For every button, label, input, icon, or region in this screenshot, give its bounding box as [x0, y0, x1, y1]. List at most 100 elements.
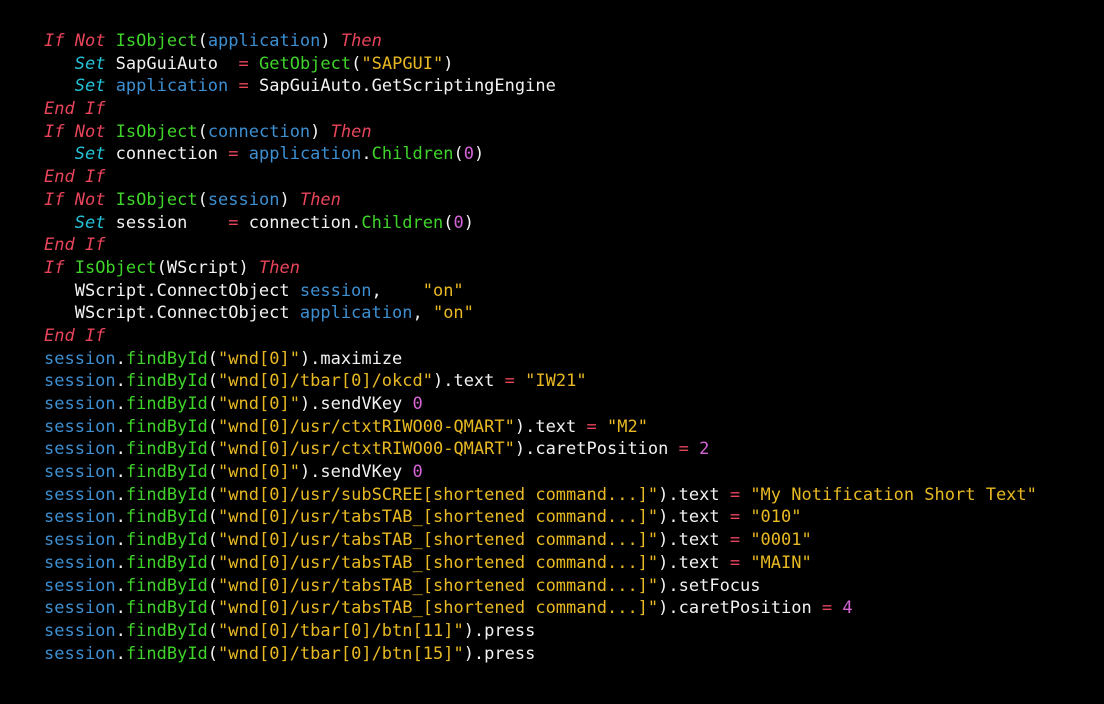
code-token-str: "M2"	[607, 417, 648, 437]
code-token-var: session	[44, 553, 116, 573]
code-token-plain: .	[116, 349, 126, 369]
code-token-var: session	[44, 576, 116, 596]
code-line[interactable]: End If	[44, 325, 1104, 348]
code-token-plain: (	[208, 553, 218, 573]
code-token-kw: If	[44, 258, 75, 278]
code-line[interactable]: WScript.ConnectObject application, "on"	[44, 302, 1104, 325]
code-line[interactable]: If Not IsObject(connection) Then	[44, 121, 1104, 144]
code-line[interactable]: End If	[44, 98, 1104, 121]
code-token-str: "wnd[0]/tbar[0]/okcd"	[218, 371, 433, 391]
code-token-plain: .	[116, 530, 126, 550]
code-line[interactable]: If Not IsObject(application) Then	[44, 30, 1104, 53]
code-line[interactable]: Set SapGuiAuto = GetObject("SAPGUI")	[44, 53, 1104, 76]
code-token-str: "wnd[0]/usr/ctxtRIWO00-QMART"	[218, 439, 515, 459]
code-token-str: "wnd[0]/usr/tabsTAB_[shortened command..…	[218, 576, 658, 596]
code-line[interactable]: session.findById("wnd[0]/tbar[0]/btn[15]…	[44, 643, 1104, 666]
code-token-plain	[239, 144, 249, 164]
code-token-fn: IsObject	[116, 190, 198, 210]
code-token-plain: (	[198, 31, 208, 51]
code-line[interactable]: If Not IsObject(session) Then	[44, 189, 1104, 212]
code-token-str: "wnd[0]/usr/tabsTAB_[shortened command..…	[218, 507, 658, 527]
code-line[interactable]: session.findById("wnd[0]/usr/tabsTAB_[sh…	[44, 552, 1104, 575]
code-line[interactable]: session.findById("wnd[0]").sendVKey 0	[44, 461, 1104, 484]
code-line[interactable]: session.findById("wnd[0]/usr/ctxtRIWO00-…	[44, 416, 1104, 439]
code-line[interactable]: session.findById("wnd[0]/usr/tabsTAB_[sh…	[44, 597, 1104, 620]
code-line[interactable]: session.findById("wnd[0]/usr/tabsTAB_[sh…	[44, 575, 1104, 598]
code-token-plain: ).caretPosition	[658, 598, 822, 618]
code-token-plain: ,	[372, 281, 423, 301]
code-token-var: application	[249, 144, 362, 164]
code-token-fn: Children	[361, 213, 443, 233]
code-line[interactable]: session.findById("wnd[0]").sendVKey 0	[44, 393, 1104, 416]
code-token-num: 4	[842, 598, 852, 618]
code-token-var: session	[44, 417, 116, 437]
code-token-plain: )	[239, 258, 259, 278]
code-token-plain	[44, 54, 75, 74]
code-token-plain: (	[208, 530, 218, 550]
code-token-op: =	[679, 439, 689, 459]
code-token-str: "wnd[0]/tbar[0]/btn[11]"	[218, 621, 464, 641]
code-line[interactable]: WScript.ConnectObject session, "on"	[44, 280, 1104, 303]
code-line[interactable]: session.findById("wnd[0]/usr/tabsTAB_[sh…	[44, 506, 1104, 529]
code-token-var: session	[208, 190, 280, 210]
code-token-num: 0	[453, 213, 463, 233]
code-token-str: "SAPGUI"	[361, 54, 443, 74]
code-line[interactable]: End If	[44, 234, 1104, 257]
code-token-var: session	[44, 462, 116, 482]
code-token-fn: findById	[126, 371, 208, 391]
code-token-plain: ).sendVKey	[300, 394, 413, 414]
code-token-plain: ).text	[658, 507, 730, 527]
code-line[interactable]: Set application = SapGuiAuto.GetScriptin…	[44, 75, 1104, 98]
code-token-plain: ).maximize	[300, 349, 402, 369]
code-token-plain: ).sendVKey	[300, 462, 413, 482]
code-token-plain	[597, 417, 607, 437]
code-line[interactable]: End If	[44, 166, 1104, 189]
code-token-str: "wnd[0]/usr/tabsTAB_[shortened command..…	[218, 598, 658, 618]
code-token-kw: End If	[44, 99, 105, 119]
code-token-plain: )	[474, 144, 484, 164]
code-line[interactable]: session.findById("wnd[0]/tbar[0]/okcd").…	[44, 370, 1104, 393]
code-token-plain: ).setFocus	[658, 576, 760, 596]
code-token-str: "My Notification Short Text"	[750, 485, 1037, 505]
code-token-kw: If	[44, 190, 75, 210]
code-line[interactable]: Set connection = application.Children(0)	[44, 143, 1104, 166]
code-token-var: application	[116, 76, 229, 96]
code-token-op: =	[228, 144, 238, 164]
code-token-str: "wnd[0]/usr/subSCREE[shortened command..…	[218, 485, 658, 505]
code-token-var: session	[44, 439, 116, 459]
code-token-plain: ).text	[515, 417, 587, 437]
code-token-plain: .	[116, 507, 126, 527]
code-token-plain: (	[208, 621, 218, 641]
code-token-num: 2	[699, 439, 709, 459]
code-token-plain	[105, 76, 115, 96]
code-token-plain: .	[116, 598, 126, 618]
code-token-fn: findById	[126, 349, 208, 369]
code-line[interactable]: If IsObject(WScript) Then	[44, 257, 1104, 280]
code-editor[interactable]: If Not IsObject(application) Then Set Sa…	[0, 0, 1104, 704]
code-token-op: =	[730, 485, 740, 505]
code-token-plain: (	[157, 258, 167, 278]
code-line[interactable]: session.findById("wnd[0]").maximize	[44, 348, 1104, 371]
code-token-kw: End If	[44, 326, 105, 346]
code-token-plain: )	[310, 122, 330, 142]
code-token-plain: SapGuiAuto.GetScriptingEngine	[249, 76, 556, 96]
code-token-fn: Children	[372, 144, 454, 164]
code-token-var: session	[44, 394, 116, 414]
code-line[interactable]: session.findById("wnd[0]/tbar[0]/btn[11]…	[44, 620, 1104, 643]
code-line[interactable]: session.findById("wnd[0]/usr/tabsTAB_[sh…	[44, 529, 1104, 552]
code-token-plain	[249, 54, 259, 74]
code-token-fn: findById	[126, 553, 208, 573]
code-line[interactable]: Set session = connection.Children(0)	[44, 212, 1104, 235]
code-token-plain: (	[351, 54, 361, 74]
code-token-str: "wnd[0]/tbar[0]/btn[15]"	[218, 644, 464, 664]
code-line[interactable]: session.findById("wnd[0]/usr/subSCREE[sh…	[44, 484, 1104, 507]
code-token-kw: Not	[75, 122, 116, 142]
code-token-plain: )	[320, 31, 340, 51]
code-token-str: "IW21"	[525, 371, 586, 391]
code-token-set: Set	[75, 76, 106, 96]
code-token-fn: findById	[126, 507, 208, 527]
code-line[interactable]: session.findById("wnd[0]/usr/ctxtRIWO00-…	[44, 438, 1104, 461]
code-token-op: =	[239, 54, 249, 74]
code-token-plain: .	[116, 439, 126, 459]
code-token-plain: ).text	[658, 530, 730, 550]
